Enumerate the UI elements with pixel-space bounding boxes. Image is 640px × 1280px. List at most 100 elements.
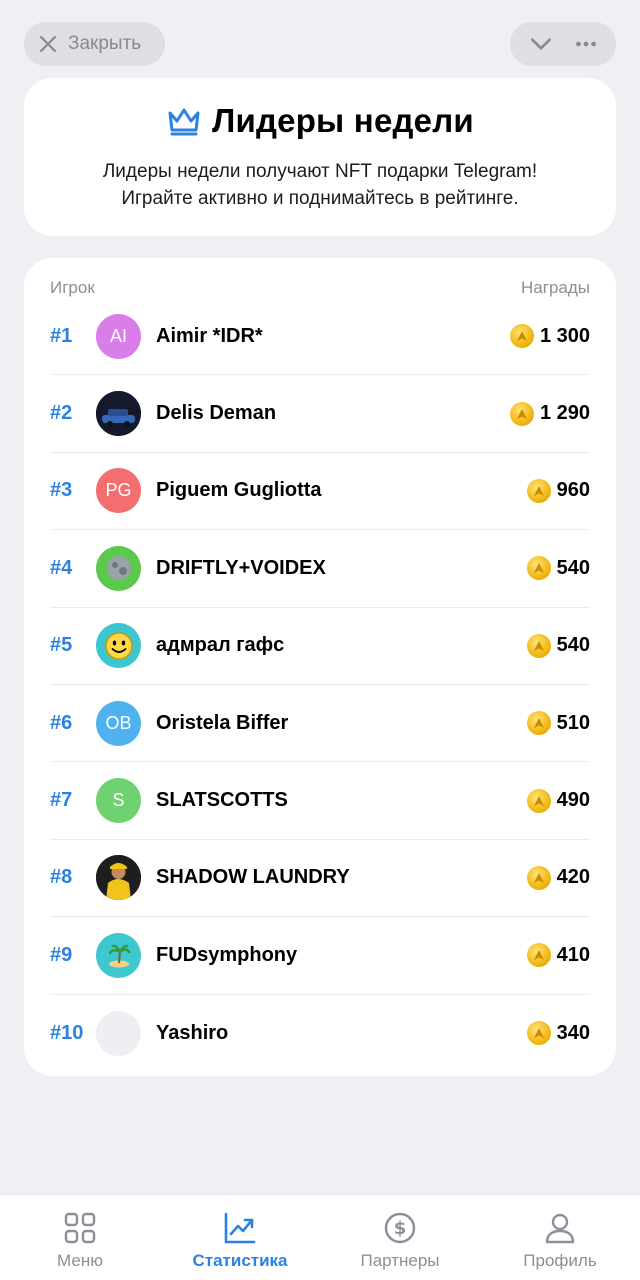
player-reward: 490 bbox=[526, 788, 590, 813]
player-name: FUDsymphony bbox=[156, 943, 298, 966]
player-name: DRIFTLY+VOIDEX bbox=[156, 556, 326, 579]
reward-amount: 490 bbox=[556, 789, 590, 812]
player-rank: #8 bbox=[50, 866, 73, 889]
close-icon bbox=[39, 35, 57, 53]
page-subtitle: Лидеры недели получают NFT подарки Teleg… bbox=[24, 158, 616, 212]
player-reward: 1 290 bbox=[509, 401, 590, 426]
coin-icon bbox=[526, 1021, 551, 1046]
player-avatar bbox=[96, 1010, 141, 1056]
player-avatar bbox=[96, 545, 141, 591]
tab-partners[interactable]: $ Партнеры bbox=[320, 1195, 480, 1280]
tab-partners-label: Партнеры bbox=[360, 1251, 440, 1270]
title-row: Лидеры недели bbox=[24, 100, 616, 142]
player-name: Delis Deman bbox=[156, 402, 277, 425]
player-reward: 540 bbox=[526, 633, 590, 658]
subtitle-line-1: Лидеры недели получают NFT подарки Teleg… bbox=[102, 161, 538, 182]
reward-amount: 960 bbox=[556, 479, 590, 502]
leaderboard-row[interactable]: #4 DRIFTLY+VOIDEX 540 bbox=[50, 530, 590, 608]
leaderboard-row[interactable]: #3 PG Piguem Gugliotta 960 bbox=[50, 453, 590, 531]
player-rank: #4 bbox=[50, 556, 73, 579]
reward-amount: 510 bbox=[556, 711, 590, 734]
player-reward: 1 300 bbox=[509, 324, 590, 349]
leaderboard-row[interactable]: #1 AI Aimir *IDR* 1 300 bbox=[50, 298, 590, 376]
header-card: Лидеры недели Лидеры недели получают NFT… bbox=[24, 78, 616, 236]
column-rewards: Награды bbox=[521, 278, 590, 297]
coin-icon bbox=[509, 401, 534, 426]
player-avatar: AI bbox=[96, 313, 141, 359]
player-name: Yashiro bbox=[156, 1021, 229, 1044]
leaderboard-row[interactable]: #5 адмрал гафс 540 bbox=[50, 608, 590, 685]
player-rank: #7 bbox=[50, 789, 73, 812]
player-avatar bbox=[96, 391, 141, 437]
column-player: Игрок bbox=[50, 278, 95, 297]
coin-icon bbox=[526, 865, 551, 890]
player-rank: #5 bbox=[50, 634, 73, 657]
player-avatar: S bbox=[96, 778, 141, 824]
coin-icon bbox=[509, 324, 534, 349]
dollar-icon: $ bbox=[384, 1212, 416, 1244]
player-reward: 420 bbox=[526, 865, 590, 890]
reward-amount: 1 300 bbox=[539, 324, 590, 347]
top-bar: Закрыть bbox=[24, 22, 616, 66]
leaderboard-row[interactable]: #6 OB Oristela Biffer 510 bbox=[50, 685, 590, 763]
player-avatar: OB bbox=[96, 700, 141, 746]
chart-icon bbox=[224, 1212, 256, 1244]
player-rank: #3 bbox=[50, 479, 73, 502]
player-rank: #2 bbox=[50, 402, 73, 425]
tab-menu[interactable]: Меню bbox=[0, 1195, 160, 1280]
player-avatar bbox=[96, 932, 141, 978]
coin-icon bbox=[526, 633, 551, 658]
player-rank: #10 bbox=[50, 1021, 84, 1044]
svg-text:$: $ bbox=[394, 1218, 407, 1239]
player-avatar bbox=[96, 623, 141, 669]
player-reward: 540 bbox=[526, 556, 590, 581]
tab-statistics[interactable]: Статистика bbox=[160, 1195, 320, 1280]
coin-icon bbox=[526, 556, 551, 581]
coin-icon bbox=[526, 478, 551, 503]
player-avatar bbox=[96, 855, 141, 901]
player-name: Aimir *IDR* bbox=[156, 324, 263, 347]
coin-icon bbox=[526, 788, 551, 813]
leaderboard-row[interactable]: #10 Yashiro 340 bbox=[50, 995, 590, 1072]
page-title: Лидеры недели bbox=[212, 102, 474, 139]
tab-profile-label: Профиль bbox=[523, 1251, 597, 1270]
tab-menu-label: Меню bbox=[57, 1251, 103, 1270]
player-name: Oristela Biffer bbox=[156, 711, 289, 734]
subtitle-line-2: Играйте активно и поднимайтесь в рейтинг… bbox=[121, 188, 519, 209]
close-label: Закрыть bbox=[68, 33, 142, 54]
user-icon bbox=[545, 1213, 575, 1244]
tab-statistics-label: Статистика bbox=[192, 1251, 288, 1270]
coin-icon bbox=[526, 711, 551, 736]
player-name: адмрал гафс bbox=[156, 634, 285, 657]
crown-icon bbox=[168, 108, 200, 136]
menu-pill bbox=[510, 22, 616, 66]
player-rank: #1 bbox=[50, 324, 73, 347]
grid-icon bbox=[64, 1212, 96, 1244]
leaderboard-header: Игрок Награды bbox=[50, 278, 590, 298]
leaderboard-row[interactable]: #2 Delis Deman 1 290 bbox=[50, 375, 590, 453]
coin-icon bbox=[526, 943, 551, 968]
player-reward: 340 bbox=[526, 1021, 590, 1046]
leaderboard-row[interactable]: #9 FUDsymphony 410 bbox=[50, 917, 590, 995]
player-name: SHADOW LAUNDRY bbox=[156, 866, 350, 889]
player-name: SLATSCOTTS bbox=[156, 789, 288, 812]
reward-amount: 1 290 bbox=[539, 402, 590, 425]
reward-amount: 540 bbox=[556, 556, 590, 579]
player-rank: #6 bbox=[50, 711, 73, 734]
player-reward: 510 bbox=[526, 711, 590, 736]
close-button[interactable]: Закрыть bbox=[24, 22, 165, 66]
reward-amount: 340 bbox=[556, 1021, 590, 1044]
leaderboard-row[interactable]: #8 SHADOW LAUNDRY 420 bbox=[50, 840, 590, 918]
more-icon[interactable] bbox=[573, 31, 599, 57]
player-name: Piguem Gugliotta bbox=[156, 479, 322, 502]
player-rank: #9 bbox=[50, 943, 73, 966]
tab-profile[interactable]: Профиль bbox=[480, 1195, 640, 1280]
reward-amount: 540 bbox=[556, 634, 590, 657]
bottom-tab-bar: Меню Статистика $ Партнеры Профиль bbox=[0, 1194, 640, 1280]
player-reward: 960 bbox=[526, 478, 590, 503]
reward-amount: 420 bbox=[556, 866, 590, 889]
leaderboard-card: Игрок Награды #1 AI Aimir *IDR* 1 300 #2 Deli… bbox=[24, 258, 616, 1076]
player-reward: 410 bbox=[526, 943, 590, 968]
chevron-down-icon[interactable] bbox=[528, 31, 554, 57]
leaderboard-row[interactable]: #7 S SLATSCOTTS 490 bbox=[50, 762, 590, 840]
